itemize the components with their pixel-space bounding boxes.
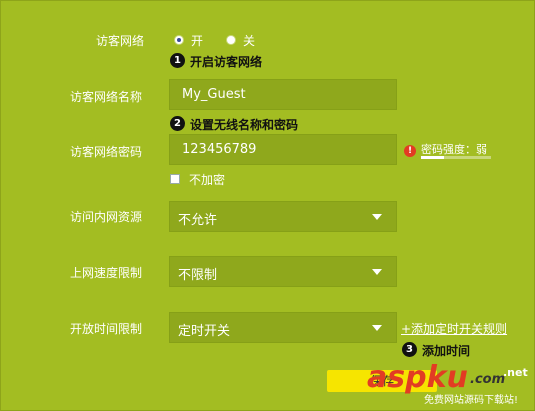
password-input[interactable]: 123456789: [169, 134, 397, 165]
password-strength-label: 密码强度：弱: [421, 143, 487, 156]
radio-on-label[interactable]: 开: [191, 32, 203, 49]
open-time-value: 定时开关: [178, 324, 231, 339]
watermark-com: .com: [470, 372, 506, 387]
chevron-down-icon: [372, 269, 382, 275]
ssid-label: 访客网络名称: [70, 90, 143, 104]
lan-access-label: 访问内网资源: [70, 210, 143, 224]
chevron-down-icon: [372, 325, 382, 331]
lan-access-value: 不允许: [178, 213, 218, 228]
password-label: 访客网络密码: [70, 145, 143, 159]
radio-on[interactable]: [174, 35, 184, 45]
speed-limit-value: 不限制: [178, 268, 218, 283]
warning-icon: !: [404, 145, 416, 157]
hint-badge-1: 1: [170, 53, 185, 68]
hint-add-time: 添加时间: [422, 344, 471, 358]
password-value: 123456789: [182, 142, 257, 157]
strength-bar: [421, 156, 491, 159]
open-time-select[interactable]: 定时开关: [169, 312, 397, 343]
add-schedule-rule-link[interactable]: +添加定时开关规则: [401, 320, 507, 337]
hint-badge-3: 3: [402, 342, 417, 357]
ssid-value: My_Guest: [182, 87, 246, 102]
watermark-net: .net: [503, 366, 528, 379]
lan-access-select[interactable]: 不允许: [169, 201, 397, 232]
speed-limit-select[interactable]: 不限制: [169, 256, 397, 287]
guest-network-label: 访客网络: [96, 34, 145, 48]
watermark-brand: aspku: [367, 360, 468, 395]
hint-badge-2: 2: [170, 116, 185, 131]
hint-enable-guest: 开启访客网络: [190, 55, 263, 69]
chevron-down-icon: [372, 214, 382, 220]
no-encrypt-label: 不加密: [189, 173, 226, 187]
hint-set-name-password: 设置无线名称和密码: [190, 118, 299, 132]
ssid-input[interactable]: My_Guest: [169, 79, 397, 110]
radio-off-label[interactable]: 关: [243, 32, 255, 49]
open-time-label: 开放时间限制: [70, 322, 143, 336]
watermark-tagline: 免费网站源码下载站!: [424, 395, 519, 406]
strength-bar-fill: [421, 156, 445, 159]
no-encrypt-checkbox[interactable]: [170, 174, 180, 184]
radio-off[interactable]: [226, 35, 236, 45]
speed-limit-label: 上网速度限制: [70, 266, 143, 280]
